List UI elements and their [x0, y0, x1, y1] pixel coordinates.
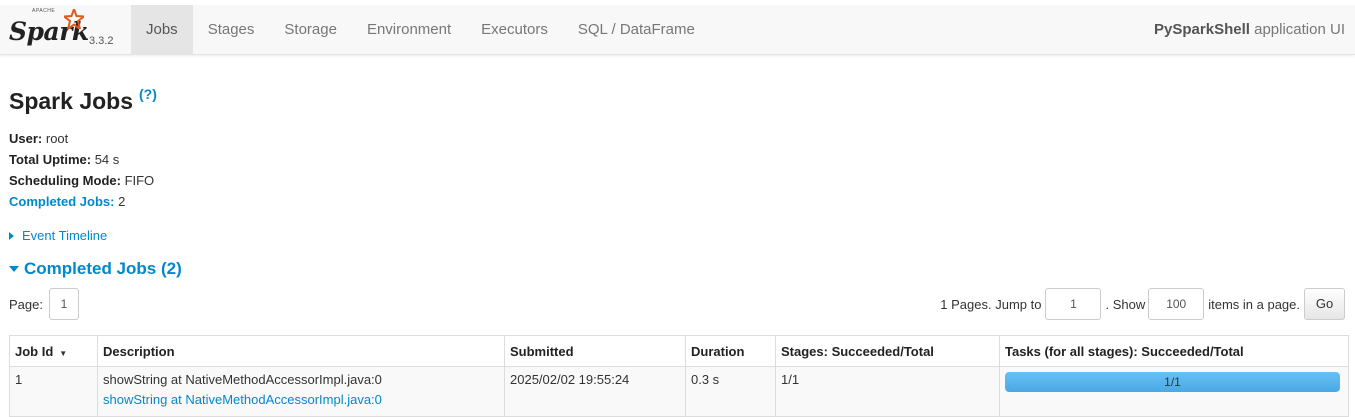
header-tasks[interactable]: Tasks (for all stages): Succeeded/Total — [999, 335, 1349, 367]
caret-down-icon — [9, 266, 19, 272]
uptime-value: 54 s — [91, 152, 120, 167]
app-name: PySparkShell — [1154, 21, 1250, 38]
cell-stages: 1/1 — [775, 366, 1000, 417]
header-submitted[interactable]: Submitted — [504, 335, 686, 367]
summary-completed-jobs: Completed Jobs: 2 — [9, 191, 154, 212]
pager-right: 1 Pages. Jump to 1 . Show 100 items in a… — [940, 288, 1345, 320]
tab-environment[interactable]: Environment — [352, 5, 466, 55]
cell-job-id: 1 — [9, 366, 98, 417]
cell-tasks: 1/1 — [999, 366, 1349, 417]
event-timeline-label: Event Timeline — [22, 228, 108, 243]
spark-logo[interactable]: APACHE Spark 3.3.2 — [8, 7, 128, 55]
uptime-label: Total Uptime: — [9, 152, 92, 167]
nav-tabs: Jobs Stages Storage Environment Executor… — [131, 5, 710, 55]
page-number-link[interactable]: 1 — [48, 288, 79, 320]
spark-star-icon — [64, 9, 84, 29]
user-label: User: — [9, 131, 43, 146]
help-link[interactable]: (?) — [139, 86, 157, 102]
cell-description: showString at NativeMethodAccessorImpl.j… — [97, 366, 505, 417]
go-button[interactable]: Go — [1304, 288, 1345, 320]
summary-scheduling-mode: Scheduling Mode: FIFO — [9, 170, 154, 191]
completed-jobs-value: 2 — [114, 194, 126, 209]
tab-jobs[interactable]: Jobs — [131, 5, 193, 55]
tab-executors[interactable]: Executors — [466, 5, 563, 55]
summary-uptime: Total Uptime: 54 s — [9, 149, 154, 170]
header-job-id[interactable]: Job Id ▼ — [9, 335, 98, 367]
logo-apache-text: APACHE — [32, 8, 56, 14]
description-link[interactable]: showString at NativeMethodAccessorImpl.j… — [103, 392, 499, 407]
app-suffix: application UI — [1249, 21, 1345, 38]
header-stages[interactable]: Stages: Succeeded/Total — [775, 335, 1000, 367]
tab-sql-dataframe[interactable]: SQL / DataFrame — [563, 5, 710, 55]
tasks-progress-label: 1/1 — [1164, 375, 1181, 389]
pages-text: 1 Pages. Jump to — [940, 296, 1042, 312]
app-title: PySparkShell application UI — [1154, 5, 1345, 55]
description-text: showString at NativeMethodAccessorImpl.j… — [103, 372, 382, 387]
items-text: items in a page. — [1208, 296, 1300, 312]
tab-stages[interactable]: Stages — [193, 5, 270, 55]
show-text: . Show — [1105, 296, 1146, 312]
completed-jobs-link[interactable]: Completed Jobs: — [9, 194, 114, 209]
page-size-input[interactable]: 100 — [1148, 288, 1205, 320]
completed-jobs-heading: Completed Jobs (2) — [24, 259, 182, 278]
mode-value: FIFO — [120, 173, 155, 188]
event-timeline-toggle[interactable]: Event Timeline — [9, 228, 107, 243]
pager-left: Page: 1 — [9, 288, 79, 320]
header-duration[interactable]: Duration — [685, 335, 776, 367]
job-summary: User: root Total Uptime: 54 s Scheduling… — [9, 128, 154, 212]
caret-right-icon — [9, 231, 14, 240]
tasks-progress-bar: 1/1 — [1005, 372, 1340, 392]
table-row: 1 showString at NativeMethodAccessorImpl… — [9, 366, 1349, 417]
jump-to-page-input[interactable]: 1 — [1045, 288, 1102, 320]
page-label: Page: — [9, 296, 43, 312]
spark-version: 3.3.2 — [89, 35, 114, 47]
header-description[interactable]: Description — [97, 335, 505, 367]
completed-jobs-table: Job Id ▼ Description Submitted Duration S… — [9, 335, 1349, 417]
mode-label: Scheduling Mode: — [9, 173, 121, 188]
table-header-row: Job Id ▼ Description Submitted Duration S… — [9, 335, 1349, 367]
page-title: Spark Jobs — [9, 88, 133, 114]
cell-submitted: 2025/02/02 19:55:24 — [504, 366, 686, 417]
summary-user: User: root — [9, 128, 154, 149]
cell-duration: 0.3 s — [685, 366, 776, 417]
completed-jobs-toggle[interactable]: Completed Jobs (2) — [9, 259, 182, 279]
user-value: root — [42, 131, 69, 146]
top-navbar: APACHE Spark 3.3.2 Jobs Stages Storage E… — [0, 0, 1355, 55]
sort-desc-icon: ▼ — [59, 348, 68, 358]
tab-storage[interactable]: Storage — [269, 5, 352, 55]
